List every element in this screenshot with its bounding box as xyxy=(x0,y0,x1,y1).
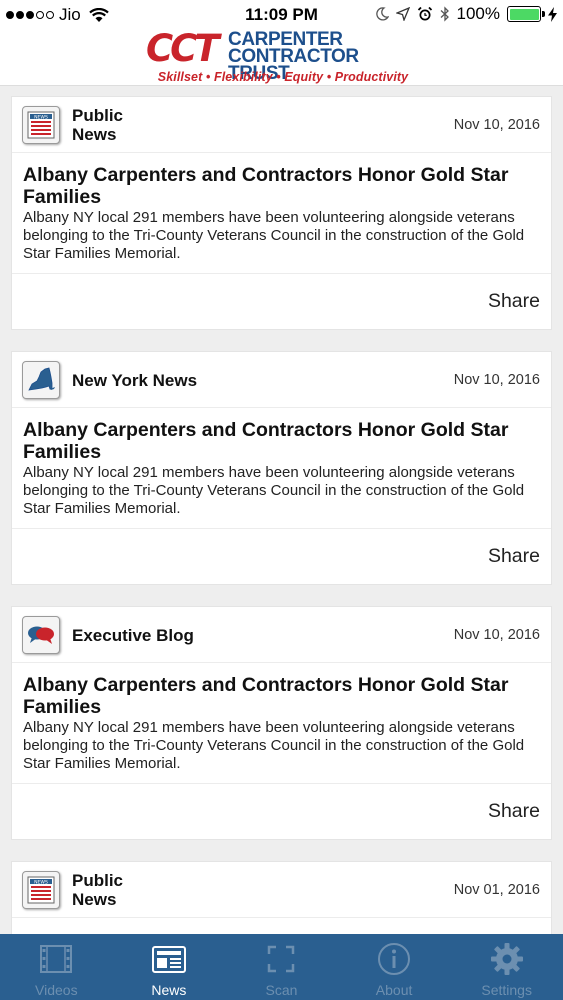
card-header: Executive Blog Nov 10, 2016 xyxy=(12,607,551,663)
gear-icon xyxy=(490,943,523,975)
battery-percent: 100% xyxy=(456,4,500,23)
info-circle-icon xyxy=(378,943,411,975)
bluetooth-icon xyxy=(440,6,449,22)
news-card[interactable]: Executive Blog Nov 10, 2016 Albany Carpe… xyxy=(11,606,552,840)
battery-icon xyxy=(507,6,545,22)
tab-label: News xyxy=(151,982,187,998)
status-bar-right: 100% xyxy=(375,4,557,24)
tab-label: Scan xyxy=(265,982,298,998)
news-card[interactable]: NEWS Public News Nov 10, 2016 Albany Car… xyxy=(11,96,552,330)
share-button[interactable]: Share xyxy=(488,800,540,823)
card-footer: Share xyxy=(12,274,551,329)
card-date: Nov 10, 2016 xyxy=(453,627,540,643)
card-body[interactable]: Albany Carpenters and Contractors Honor … xyxy=(12,153,551,274)
cct-logo: CCT CARPENTER CONTRACTOR TRUST Skillset … xyxy=(146,29,420,85)
alarm-icon xyxy=(417,6,432,21)
new-york-state-icon xyxy=(22,361,60,399)
card-header: New York News Nov 10, 2016 xyxy=(12,352,551,408)
status-bar: Jio 11:09 PM 100% xyxy=(0,0,563,28)
tab-scan[interactable]: Scan xyxy=(225,934,338,1000)
location-arrow-icon xyxy=(395,7,410,21)
share-button[interactable]: Share xyxy=(488,545,540,568)
card-title[interactable]: Albany Carpenters and Contractors Honor … xyxy=(23,164,540,208)
card-title[interactable]: Albany Carpenters and Contractors Honor … xyxy=(23,674,540,718)
share-button[interactable]: Share xyxy=(488,290,540,313)
card-footer: Share xyxy=(12,784,551,839)
speech-bubbles-icon xyxy=(22,616,60,654)
tab-settings[interactable]: Settings xyxy=(450,934,563,1000)
card-date: Nov 10, 2016 xyxy=(453,372,540,388)
card-body[interactable]: Albany Carpenters and Contractors Honor … xyxy=(12,408,551,529)
film-icon xyxy=(40,945,73,973)
card-summary: Albany NY local 291 members have been vo… xyxy=(23,719,525,772)
news-card[interactable]: New York News Nov 10, 2016 Albany Carpen… xyxy=(11,351,552,585)
card-date: Nov 10, 2016 xyxy=(453,117,540,133)
app-header: CCT CARPENTER CONTRACTOR TRUST Skillset … xyxy=(0,28,563,86)
card-source: Public News xyxy=(72,871,124,909)
card-source: Executive Blog xyxy=(72,625,194,645)
card-summary: Albany NY local 291 members have been vo… xyxy=(23,209,525,262)
card-header: NEWS Public News Nov 01, 2016 xyxy=(12,862,551,918)
newspaper-tab-icon xyxy=(151,946,186,973)
tab-bar: Videos News Scan About Settings xyxy=(0,934,563,1000)
card-footer: Share xyxy=(12,529,551,584)
svg-text:NEWS: NEWS xyxy=(34,114,48,120)
card-source: New York News xyxy=(72,370,198,390)
news-feed[interactable]: NEWS Public News Nov 10, 2016 Albany Car… xyxy=(0,86,563,934)
card-date: Nov 01, 2016 xyxy=(453,882,540,898)
newspaper-icon: NEWS xyxy=(22,871,60,909)
news-card[interactable]: NEWS Public News Nov 01, 2016 xyxy=(11,861,552,934)
tab-label: Videos xyxy=(35,982,78,998)
logo-mark: CCT xyxy=(146,27,220,70)
scan-frame-icon xyxy=(268,945,295,973)
tab-label: About xyxy=(375,982,413,998)
card-source: Public News xyxy=(72,106,124,144)
svg-text:NEWS: NEWS xyxy=(34,879,48,885)
tab-videos[interactable]: Videos xyxy=(0,934,113,1000)
tab-news[interactable]: News xyxy=(113,934,226,1000)
charging-bolt-icon xyxy=(548,6,557,22)
logo-tagline: Skillset • Flexibility • Equity • Produc… xyxy=(157,70,409,84)
moon-icon xyxy=(375,7,389,21)
card-body[interactable] xyxy=(12,918,551,934)
tab-label: Settings xyxy=(481,982,532,998)
card-header: NEWS Public News Nov 10, 2016 xyxy=(12,97,551,153)
card-title[interactable]: Albany Carpenters and Contractors Honor … xyxy=(23,419,540,463)
newspaper-icon: NEWS xyxy=(22,106,60,144)
tab-about[interactable]: About xyxy=(338,934,451,1000)
card-body[interactable]: Albany Carpenters and Contractors Honor … xyxy=(12,663,551,784)
card-summary: Albany NY local 291 members have been vo… xyxy=(23,464,525,517)
